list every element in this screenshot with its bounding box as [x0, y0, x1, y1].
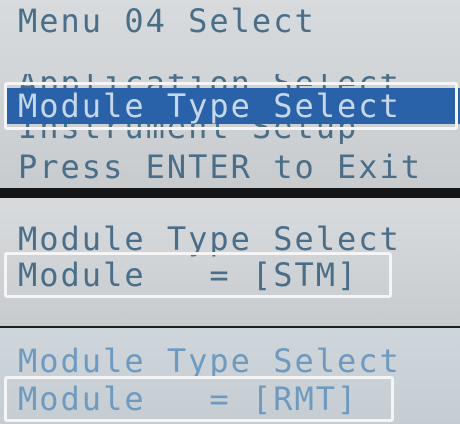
module-type-screen-rmt: Module Type Select Module = [RMT]	[0, 328, 460, 424]
menu-footer: Press ENTER to Exit	[18, 148, 423, 186]
field-frame	[4, 252, 392, 298]
menu-title: Menu 04 Select	[18, 2, 316, 40]
module-type-title: Module Type Select	[18, 342, 401, 380]
separator	[0, 188, 460, 198]
module-type-screen-stm: Module Type Select Module = [STM]	[0, 198, 460, 326]
menu-screen: Menu 04 Select Application Select Module…	[0, 0, 460, 190]
module-type-title: Module Type Select	[18, 220, 401, 258]
field-frame	[4, 376, 394, 422]
selection-frame	[4, 82, 458, 130]
